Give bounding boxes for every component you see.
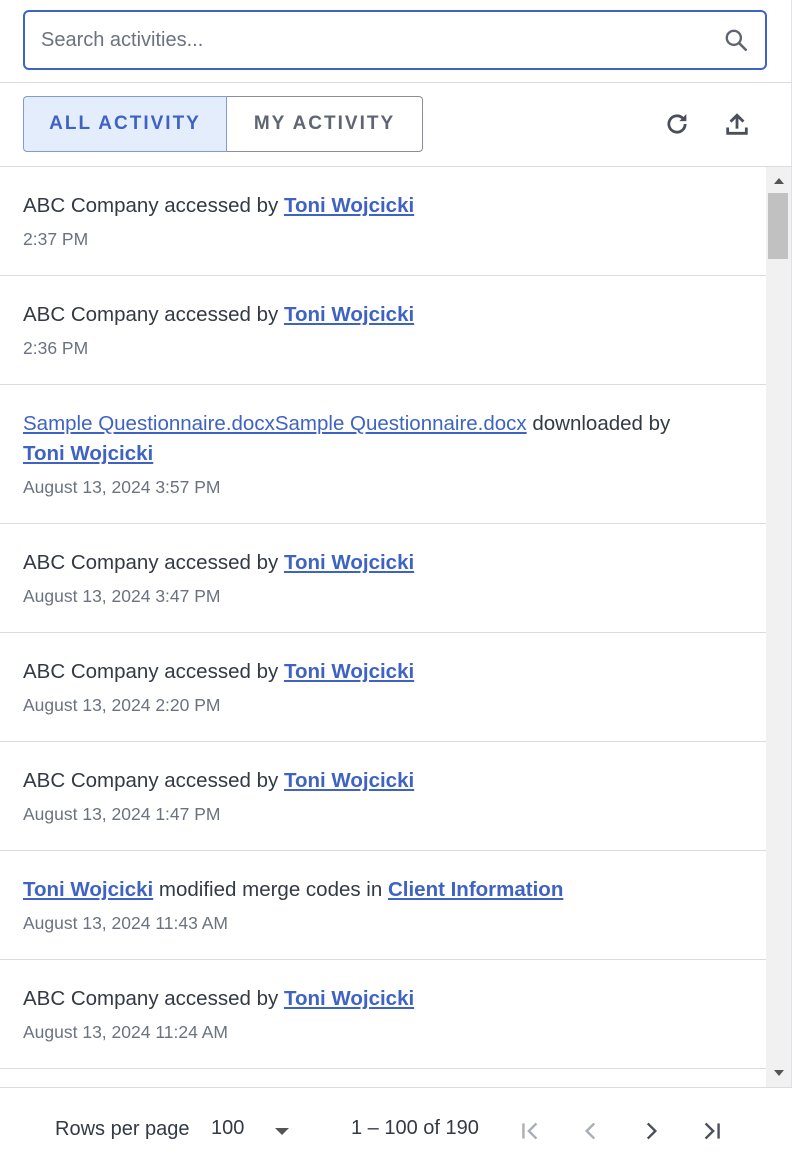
activity-time: August 13, 2024 11:24 AM xyxy=(23,1022,228,1042)
tab-my-activity[interactable]: MY ACTIVITY xyxy=(227,96,423,152)
user-link[interactable]: Toni Wojcicki xyxy=(284,303,414,326)
activity-text: Toni Wojcicki modified merge codes in Cl… xyxy=(23,875,743,905)
first-page-button[interactable] xyxy=(516,1116,546,1146)
search-icon[interactable] xyxy=(723,27,749,53)
search-box[interactable] xyxy=(23,10,767,70)
list-item: ABC Company accessed by Toni Wojcicki Au… xyxy=(0,742,766,851)
user-link[interactable]: Toni Wojcicki xyxy=(284,660,414,683)
activity-description: ABC Company accessed by xyxy=(23,987,284,1010)
activity-time: August 13, 2024 11:43 AM xyxy=(23,913,228,933)
list-item: ABC Company accessed by Toni Wojcicki 2:… xyxy=(0,276,766,385)
rows-per-page-value: 100 xyxy=(211,1117,245,1139)
document-link[interactable]: Sample Questionnaire.docxSample Question… xyxy=(23,412,527,435)
divider xyxy=(0,82,792,83)
activity-list: ABC Company accessed by Toni Wojcicki 2:… xyxy=(0,167,766,1087)
export-button[interactable] xyxy=(719,106,755,142)
activity-time: August 13, 2024 1:47 PM xyxy=(23,804,221,824)
user-link[interactable]: Toni Wojcicki xyxy=(284,987,414,1010)
activity-time: August 13, 2024 3:57 PM xyxy=(23,477,221,497)
scrollbar-thumb[interactable] xyxy=(768,193,788,259)
activity-time: August 13, 2024 2:20 PM xyxy=(23,695,221,715)
list-item: ABC Company accessed by Toni Wojcicki Au… xyxy=(0,633,766,742)
next-page-button[interactable] xyxy=(636,1116,666,1146)
list-item: ABC Company accessed by Toni Wojcicki Au… xyxy=(0,524,766,633)
activity-time: 2:37 PM xyxy=(23,229,89,249)
activity-description: ABC Company accessed by xyxy=(23,769,284,792)
pagination-bar: Rows per page 100 1 – 100 of 190 xyxy=(0,1088,792,1165)
list-item: ABC Company accessed by Toni Wojcicki Au… xyxy=(0,960,766,1069)
rows-per-page-label: Rows per page xyxy=(55,1118,190,1140)
activity-text: ABC Company accessed by Toni Wojcicki xyxy=(23,191,743,221)
client-information-link[interactable]: Client Information xyxy=(388,878,563,901)
activity-text: Sample Questionnaire.docxSample Question… xyxy=(23,409,743,469)
activity-time: August 13, 2024 3:47 PM xyxy=(23,586,221,606)
list-item: ABC Company accessed by Toni Wojcicki 2:… xyxy=(0,167,766,276)
user-link[interactable]: Toni Wojcicki xyxy=(23,878,153,901)
user-link[interactable]: Toni Wojcicki xyxy=(284,769,414,792)
page-range: 1 – 100 of 190 xyxy=(351,1117,479,1139)
list-item: Sample Questionnaire.docxSample Question… xyxy=(0,385,766,524)
scroll-down-arrow-icon[interactable] xyxy=(766,1063,791,1083)
upload-icon xyxy=(726,113,748,135)
list-item: Toni Wojcicki modified merge codes in Cl… xyxy=(0,851,766,960)
activity-description: ABC Company accessed by xyxy=(23,303,284,326)
user-link[interactable]: Toni Wojcicki xyxy=(284,551,414,574)
last-page-icon xyxy=(704,1122,720,1140)
chevron-down-icon xyxy=(275,1128,289,1135)
previous-page-button[interactable] xyxy=(576,1116,606,1146)
scroll-up-arrow-icon[interactable] xyxy=(766,171,791,191)
chevron-right-icon xyxy=(646,1122,658,1140)
tab-all-activity[interactable]: ALL ACTIVITY xyxy=(23,96,227,152)
user-link[interactable]: Toni Wojcicki xyxy=(23,442,153,465)
activity-description: downloaded by xyxy=(526,412,671,435)
activity-panel: ALL ACTIVITY MY ACTIVITY ABC Company acc… xyxy=(0,0,792,1165)
user-link[interactable]: Toni Wojcicki xyxy=(284,194,414,217)
activity-description: ABC Company accessed by xyxy=(23,660,284,683)
activity-text: ABC Company accessed by Toni Wojcicki xyxy=(23,657,743,687)
activity-time: 2:36 PM xyxy=(23,338,89,358)
activity-text: ABC Company accessed by Toni Wojcicki xyxy=(23,300,743,330)
activity-description: modified merge codes in xyxy=(153,878,388,901)
first-page-icon xyxy=(522,1122,538,1140)
refresh-button[interactable] xyxy=(659,106,695,142)
chevron-left-icon xyxy=(584,1122,596,1140)
rows-per-page-select[interactable]: 100 xyxy=(211,1116,301,1146)
activity-description: ABC Company accessed by xyxy=(23,194,284,217)
activity-tabs: ALL ACTIVITY MY ACTIVITY xyxy=(23,96,423,152)
activity-text: ABC Company accessed by Toni Wojcicki xyxy=(23,984,743,1014)
last-page-button[interactable] xyxy=(696,1116,726,1146)
activity-text: ABC Company accessed by Toni Wojcicki xyxy=(23,766,743,796)
scrollbar[interactable] xyxy=(766,167,791,1087)
refresh-icon xyxy=(667,114,687,134)
search-input[interactable] xyxy=(41,12,701,68)
activity-text: ABC Company accessed by Toni Wojcicki xyxy=(23,548,743,578)
activity-description: ABC Company accessed by xyxy=(23,551,284,574)
